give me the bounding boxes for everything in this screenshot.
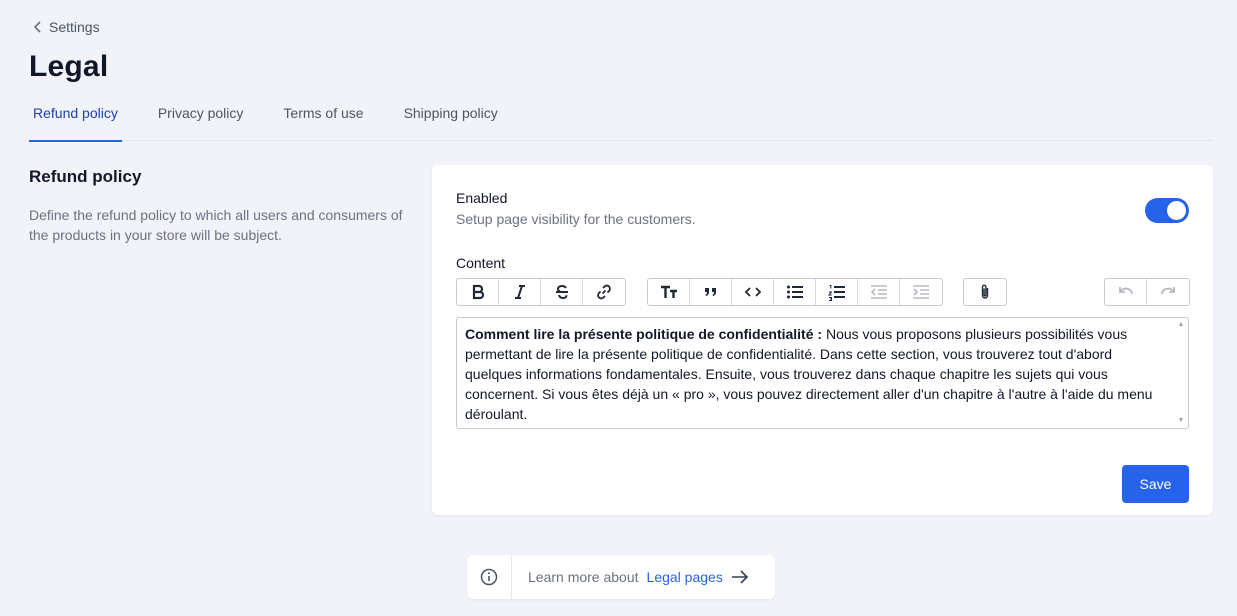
tab-refund-policy[interactable]: Refund policy	[29, 96, 122, 142]
redo-icon	[1161, 287, 1175, 295]
attachment-group	[963, 278, 1007, 306]
info-icon	[480, 568, 498, 586]
breadcrumb-label: Settings	[49, 19, 100, 35]
strikethrough-icon	[555, 284, 568, 300]
code-icon	[744, 287, 761, 297]
content-label: Content	[456, 255, 506, 271]
enabled-label: Enabled	[456, 190, 508, 206]
bullet-list-button[interactable]	[774, 279, 816, 305]
arrow-right-icon	[731, 570, 748, 584]
outdent-icon	[870, 285, 887, 299]
indent-button[interactable]	[900, 279, 942, 305]
info-icon-wrapper	[467, 555, 512, 599]
learn-more-text: Learn more about	[528, 569, 639, 585]
editor-scrollbar[interactable]: ▲ ▼	[1174, 318, 1188, 428]
breadcrumb[interactable]: Settings	[33, 19, 100, 35]
toggle-knob	[1167, 201, 1186, 220]
paperclip-icon	[981, 284, 989, 299]
outdent-button[interactable]	[858, 279, 900, 305]
quote-button[interactable]	[690, 279, 732, 305]
tab-privacy-policy[interactable]: Privacy policy	[154, 96, 248, 141]
section-title: Refund policy	[29, 167, 142, 186]
bullet-list-icon	[786, 285, 803, 299]
save-button[interactable]: Save	[1122, 465, 1189, 503]
enabled-toggle[interactable]	[1145, 198, 1189, 223]
legal-pages-link[interactable]: Legal pages	[647, 569, 749, 585]
bold-icon	[472, 284, 484, 300]
scroll-down-arrow-icon[interactable]: ▼	[1178, 417, 1185, 425]
heading-icon	[660, 285, 677, 298]
legal-pages-link-label: Legal pages	[646, 569, 723, 585]
tab-bar: Refund policy Privacy policy Terms of us…	[29, 96, 1213, 142]
history-group	[1104, 278, 1190, 306]
text-format-group	[456, 278, 626, 306]
policy-card: Enabled Setup page visibility for the cu…	[432, 165, 1213, 515]
tab-terms-of-use[interactable]: Terms of use	[279, 96, 367, 141]
undo-icon	[1118, 287, 1133, 295]
quote-icon	[704, 288, 716, 296]
numbered-list-button[interactable]	[816, 279, 858, 305]
strikethrough-button[interactable]	[541, 279, 583, 305]
content-editor[interactable]: Comment lire la présente politique de co…	[456, 317, 1189, 429]
italic-button[interactable]	[499, 279, 541, 305]
page-title: Legal	[29, 50, 109, 83]
bold-button[interactable]	[457, 279, 499, 305]
link-button[interactable]	[583, 279, 625, 305]
italic-icon	[514, 285, 525, 299]
redo-button[interactable]	[1147, 279, 1189, 305]
link-icon	[597, 284, 611, 300]
editor-bold-lead: Comment lire la présente politique de co…	[465, 326, 823, 342]
learn-more-banner: Learn more about Legal pages	[467, 555, 775, 599]
block-format-group	[647, 278, 943, 306]
section-description: Define the refund policy to which all us…	[29, 207, 403, 243]
heading-button[interactable]	[648, 279, 690, 305]
chevron-left-icon	[33, 21, 41, 33]
numbered-list-icon	[827, 285, 845, 301]
attach-file-button[interactable]	[964, 279, 1006, 305]
indent-icon	[913, 285, 929, 299]
scroll-up-arrow-icon[interactable]: ▲	[1178, 321, 1185, 329]
enabled-description: Setup page visibility for the customers.	[456, 211, 696, 227]
code-button[interactable]	[732, 279, 774, 305]
tab-shipping-policy[interactable]: Shipping policy	[400, 96, 502, 141]
undo-button[interactable]	[1105, 279, 1147, 305]
